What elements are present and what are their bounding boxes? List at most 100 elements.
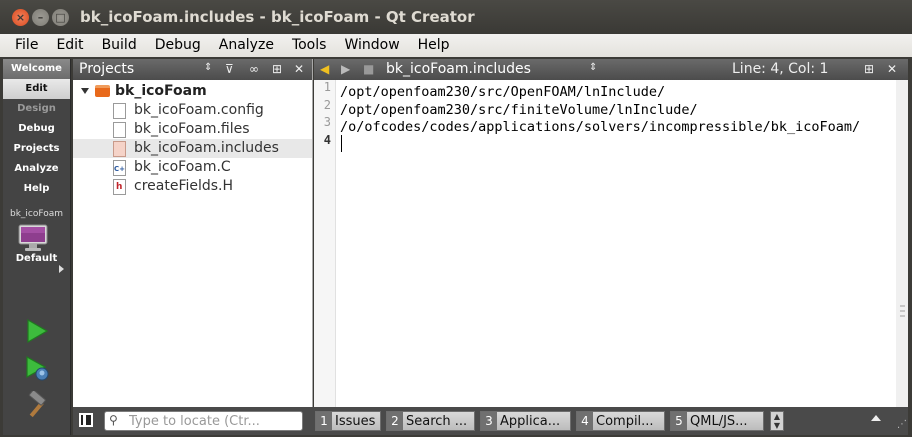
folder-icon <box>95 85 110 97</box>
file-name: bk_icoFoam.C <box>134 159 231 175</box>
pane-label: Compil... <box>596 414 654 429</box>
includes-file-icon <box>113 141 126 157</box>
tree-file[interactable]: bk_icoFoam.files <box>73 120 312 139</box>
pane-number: 1 <box>316 412 332 430</box>
menu-file[interactable]: File <box>6 34 47 57</box>
header-file-icon: h <box>113 179 126 195</box>
kit-project-name: bk_icoFoam <box>9 209 64 219</box>
view-selector-arrows-icon[interactable]: ⇕ <box>204 62 212 73</box>
line-number: 1 <box>323 80 331 94</box>
resize-grip-icon[interactable]: ⋰ <box>897 419 907 430</box>
maximize-window-button[interactable]: □ <box>52 9 69 26</box>
pane-label: QML/JS... <box>690 414 748 429</box>
hammer-icon <box>28 389 46 418</box>
cpp-file-icon: C+ <box>113 160 126 176</box>
title-bar: × – □ bk_icoFoam.includes - bk_icoFoam -… <box>0 0 912 34</box>
output-pane-search-button[interactable]: 2 Search ... <box>386 411 475 431</box>
menu-analyze[interactable]: Analyze <box>210 34 283 57</box>
kit-expand-arrow-icon <box>59 265 64 273</box>
go-back-icon[interactable]: ◀ <box>320 62 329 76</box>
output-pane-issues-button[interactable]: 1 Issues <box>315 411 381 431</box>
line-column-indicator[interactable]: Line: 4, Col: 1 <box>732 61 828 77</box>
menu-debug[interactable]: Debug <box>146 34 210 57</box>
window-title: bk_icoFoam.includes - bk_icoFoam - Qt Cr… <box>80 8 475 26</box>
line-number-gutter: 1 2 3 4 <box>314 80 336 407</box>
close-pane-icon[interactable]: ✕ <box>294 62 304 76</box>
monitor-icon <box>18 224 47 251</box>
pane-label: Issues <box>335 414 376 429</box>
line-number: 2 <box>323 97 331 112</box>
mode-debug[interactable]: Debug <box>3 119 70 139</box>
run-button[interactable] <box>23 317 51 345</box>
code-line: /opt/openfoam230/src/OpenFOAM/lnInclude/ <box>340 84 666 100</box>
file-name: bk_icoFoam.includes <box>134 140 279 156</box>
menu-tools[interactable]: Tools <box>283 34 336 57</box>
kit-build-config: Default <box>15 253 58 264</box>
filter-icon[interactable]: ⊽ <box>225 62 234 76</box>
toggle-sidebar-button[interactable] <box>79 413 93 427</box>
minimize-window-button[interactable]: – <box>32 9 49 26</box>
project-tree: bk_icoFoam bk_icoFoam.config bk_icoFoam.… <box>73 80 312 196</box>
status-bar: ⚲ 1Issues 2Search ... 3Applica... 4Compi… <box>73 407 908 435</box>
mode-projects[interactable]: Projects <box>3 139 70 159</box>
menu-edit[interactable]: Edit <box>47 34 92 57</box>
mode-analyze[interactable]: Analyze <box>3 159 70 179</box>
close-document-icon[interactable]: ✕ <box>887 62 897 76</box>
file-name: createFields.H <box>134 178 234 194</box>
text-file-icon <box>113 122 126 138</box>
pane-number: 3 <box>481 412 497 430</box>
mode-welcome[interactable]: Welcome <box>3 59 70 79</box>
locator-input[interactable] <box>129 413 299 429</box>
split-editor-icon[interactable]: ⊞ <box>864 62 874 76</box>
projects-pane-header: Projects ⇕ ⊽ ∞ ⊞ ✕ <box>73 59 312 80</box>
menu-help[interactable]: Help <box>409 34 459 57</box>
menu-bar: File Edit Build Debug Analyze Tools Wind… <box>0 34 912 57</box>
text-cursor <box>341 135 342 152</box>
output-pane-application-button[interactable]: 3 Applica... <box>480 411 571 431</box>
output-pane-compile-button[interactable]: 4 Compil... <box>576 411 665 431</box>
vertical-scrollbar[interactable] <box>896 80 908 407</box>
close-window-button[interactable]: × <box>12 9 29 26</box>
build-button[interactable] <box>23 389 51 419</box>
pane-number: 4 <box>577 412 593 430</box>
text-file-icon <box>113 103 126 119</box>
menu-build[interactable]: Build <box>93 34 146 57</box>
line-number: 3 <box>323 115 331 129</box>
run-icon <box>27 318 49 344</box>
tree-file[interactable]: bk_icoFoam.config <box>73 101 312 120</box>
line-number-current: 4 <box>323 132 331 147</box>
code-line: /o/ofcodes/codes/applications/solvers/in… <box>340 119 861 135</box>
split-icon[interactable]: ⊞ <box>272 62 282 76</box>
tree-file[interactable]: C+ bk_icoFoam.C <box>73 158 312 177</box>
more-panes-spinner[interactable]: ▲ ▼ <box>770 411 784 431</box>
pane-label: Applica... <box>500 414 561 429</box>
debug-run-button[interactable] <box>23 354 51 382</box>
kit-selector-button[interactable] <box>17 223 49 251</box>
window-border-right <box>908 57 912 437</box>
tree-file[interactable]: h createFields.H <box>73 177 312 196</box>
code-line: /opt/openfoam230/src/finiteVolume/lnIncl… <box>340 101 698 118</box>
document-selector[interactable]: bk_icoFoam.includes <box>386 61 531 77</box>
pane-number: 2 <box>387 412 403 430</box>
output-pane-qml-button[interactable]: 5 QML/JS... <box>670 411 764 431</box>
mode-help[interactable]: Help <box>3 179 70 199</box>
collapse-arrow-icon[interactable] <box>81 88 89 94</box>
editor-pane: ◀ ▶ ■ bk_icoFoam.includes ⇕ Line: 4, Col… <box>314 59 908 407</box>
locator[interactable]: ⚲ <box>104 411 303 431</box>
link-with-editor-icon[interactable]: ∞ <box>249 62 259 76</box>
tree-file-selected[interactable]: bk_icoFoam.includes <box>73 139 312 158</box>
file-name: bk_icoFoam.config <box>134 102 264 118</box>
go-forward-icon[interactable]: ▶ <box>341 62 350 76</box>
menu-window[interactable]: Window <box>335 34 408 57</box>
projects-view-selector[interactable]: Projects <box>79 61 134 77</box>
mode-edit[interactable]: Edit <box>3 79 70 99</box>
code-area[interactable]: /opt/openfoam230/src/OpenFOAM/lnInclude/… <box>340 80 860 150</box>
locator-search-icon[interactable]: ⚲ <box>109 413 118 427</box>
tree-root-project[interactable]: bk_icoFoam <box>73 82 312 101</box>
show-output-arrow-icon[interactable] <box>871 415 881 421</box>
pane-label: Search ... <box>406 414 468 429</box>
document-dropdown-arrow-icon[interactable]: ⇕ <box>589 62 597 73</box>
lock-icon: ■ <box>363 62 375 76</box>
scrollbar-grip[interactable] <box>900 305 905 335</box>
